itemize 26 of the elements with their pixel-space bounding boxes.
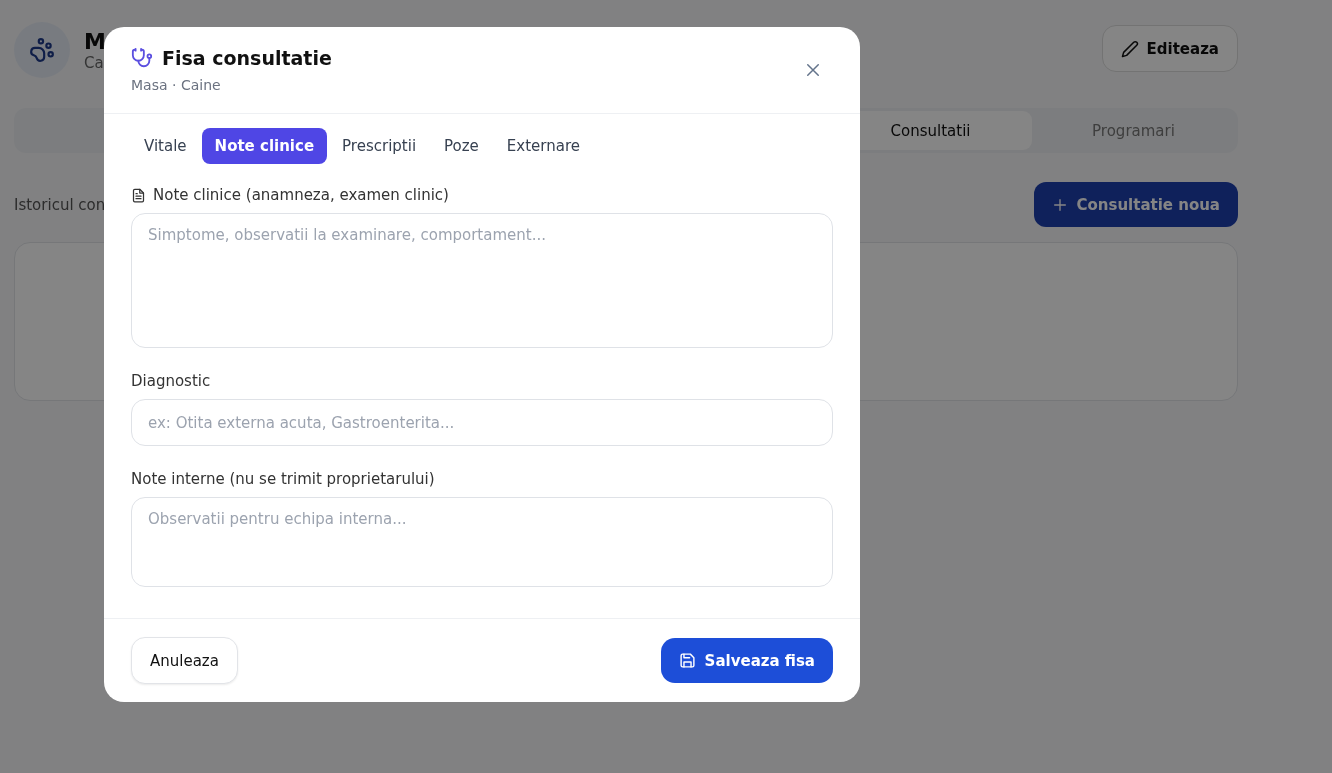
new-consultation-button[interactable]: Consultatie noua	[1034, 182, 1238, 227]
save-button[interactable]: Salveaza fisa	[660, 638, 833, 683]
pencil-icon	[1120, 39, 1139, 58]
tab[interactable]: Vitale	[131, 128, 200, 164]
text-area[interactable]: Simptome, observatii la examinare, comportament...	[131, 213, 833, 348]
cancel-button[interactable]: Anuleaza	[131, 637, 238, 684]
field-label: Note clinice (anamneza, examen clinic)	[153, 186, 449, 204]
dialog-title: Fisa consultatie	[162, 47, 332, 69]
dialog-subtitle: Masa · Caine	[131, 77, 222, 93]
tab[interactable]: Note clinice	[201, 128, 328, 164]
field-label: Diagnostic	[131, 372, 211, 390]
history-label: Istoricul con	[14, 195, 106, 214]
pet-species: Ca	[84, 53, 105, 72]
field-label: Note interne (nu se trimit proprietarului)	[131, 470, 435, 488]
edit-button[interactable]: Editeaza	[1101, 25, 1238, 72]
paw-icon	[29, 37, 55, 63]
input-field[interactable]: ex: Otita externa acuta, Gastroenterita...	[131, 399, 833, 446]
text-area[interactable]: Observatii pentru echipa interna...	[131, 497, 833, 587]
stethoscope-icon	[131, 47, 153, 69]
tab[interactable]: Poze	[431, 128, 492, 164]
tab[interactable]: Prescriptii	[329, 128, 430, 164]
tab[interactable]: Externare	[493, 128, 593, 164]
plus-icon	[1052, 196, 1069, 213]
pet-name: M	[84, 28, 106, 54]
close-icon[interactable]	[804, 61, 822, 79]
document-icon	[131, 187, 146, 203]
